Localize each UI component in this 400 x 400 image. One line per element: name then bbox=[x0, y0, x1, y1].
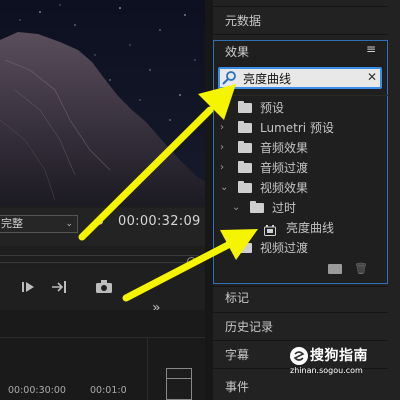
annotation-arrows bbox=[78, 84, 258, 302]
annotation-arrow-to-effect bbox=[122, 229, 258, 302]
annotation-arrow-to-search bbox=[78, 84, 236, 241]
